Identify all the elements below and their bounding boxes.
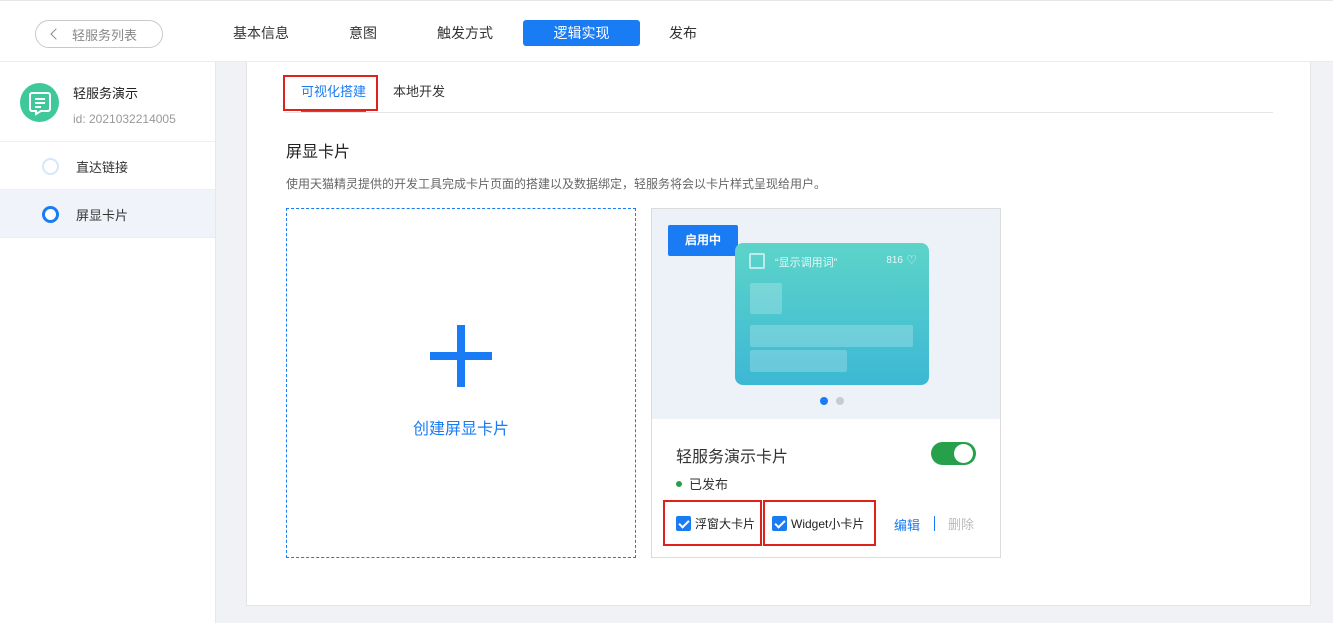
screen-card-item: 启用中 “显示调用词” 816 ♡ 轻服务演示卡片 已发布 浮窗大卡片 Widg…	[651, 208, 1001, 558]
service-avatar	[20, 83, 59, 122]
thumbnail-placeholder	[750, 325, 913, 347]
sidebar: 轻服务演示 id: 2021032214005 直达链接 屏显卡片	[0, 62, 216, 623]
edit-link[interactable]: 编辑	[894, 515, 920, 534]
document-chat-icon	[28, 91, 51, 116]
main-panel: 可视化搭建 本地开发 屏显卡片 使用天猫精灵提供的开发工具完成卡片页面的搭建以及…	[246, 62, 1311, 606]
circle-icon	[42, 206, 59, 223]
heart-icon: ♡	[906, 253, 917, 267]
card-name: 轻服务演示卡片	[676, 449, 789, 466]
delete-link[interactable]: 删除	[948, 514, 974, 533]
card-preview: 启用中 “显示调用词” 816 ♡	[652, 209, 1000, 419]
tab-trigger-method[interactable]: 触发方式	[437, 20, 493, 46]
section-title: 屏显卡片	[286, 144, 351, 161]
status-badge: 启用中	[668, 225, 738, 256]
sidebar-item-label: 屏显卡片	[76, 208, 129, 223]
widget-card-label: Widget小卡片	[791, 516, 865, 531]
back-to-list-button[interactable]: 轻服务列表	[35, 20, 163, 48]
checkbox-checked-icon	[676, 515, 691, 531]
carousel-dot[interactable]	[836, 397, 844, 405]
top-navigation-bar: 轻服务列表 基本信息 意图 触发方式 逻辑实现 发布	[0, 0, 1333, 62]
widget-card-checkbox[interactable]: Widget小卡片	[772, 514, 864, 532]
circle-icon	[42, 158, 59, 175]
thumbnail-placeholder	[750, 350, 847, 372]
carousel-dot-active[interactable]	[820, 397, 828, 405]
thumbnail-placeholder	[750, 283, 782, 314]
service-id: id: 2021032214005	[73, 112, 176, 126]
float-card-label: 浮窗大卡片	[695, 516, 756, 531]
create-card-label: 创建屏显卡片	[412, 421, 509, 438]
create-card-button[interactable]: 创建屏显卡片	[286, 208, 636, 558]
subtab-bar: 可视化搭建 本地开发	[285, 76, 1273, 113]
tab-logic-implementation[interactable]: 逻辑实现	[523, 20, 640, 46]
subtab-local-dev[interactable]: 本地开发	[393, 76, 445, 112]
toggle-knob	[954, 444, 973, 463]
publish-status-label: 已发布	[689, 477, 729, 492]
chevron-left-icon	[50, 28, 62, 40]
image-icon	[749, 253, 765, 269]
divider	[934, 516, 935, 531]
float-card-checkbox[interactable]: 浮窗大卡片	[676, 514, 755, 532]
back-button-label: 轻服务列表	[72, 27, 138, 43]
plus-icon	[430, 325, 492, 387]
thumbnail-count: 816	[886, 255, 903, 266]
sidebar-item-label: 直达链接	[76, 160, 129, 175]
tab-basic-info[interactable]: 基本信息	[233, 20, 289, 46]
publish-status: 已发布	[676, 474, 728, 493]
subtab-visual-build[interactable]: 可视化搭建	[301, 76, 367, 112]
tab-intent[interactable]: 意图	[349, 20, 377, 46]
card-thumbnail: “显示调用词” 816 ♡	[735, 243, 929, 385]
sidebar-item-screen-card[interactable]: 屏显卡片	[0, 190, 215, 238]
enable-toggle[interactable]	[931, 442, 976, 465]
service-name: 轻服务演示	[73, 86, 139, 101]
tab-publish[interactable]: 发布	[669, 20, 697, 46]
service-header: 轻服务演示 id: 2021032214005	[0, 62, 215, 142]
checkbox-checked-icon	[772, 515, 787, 531]
sidebar-item-direct-link[interactable]: 直达链接	[0, 142, 215, 190]
status-dot-icon	[676, 480, 682, 487]
thumbnail-title: “显示调用词”	[775, 257, 838, 269]
section-description: 使用天猫精灵提供的开发工具完成卡片页面的搭建以及数据绑定，轻服务将会以卡片样式呈…	[286, 177, 827, 191]
